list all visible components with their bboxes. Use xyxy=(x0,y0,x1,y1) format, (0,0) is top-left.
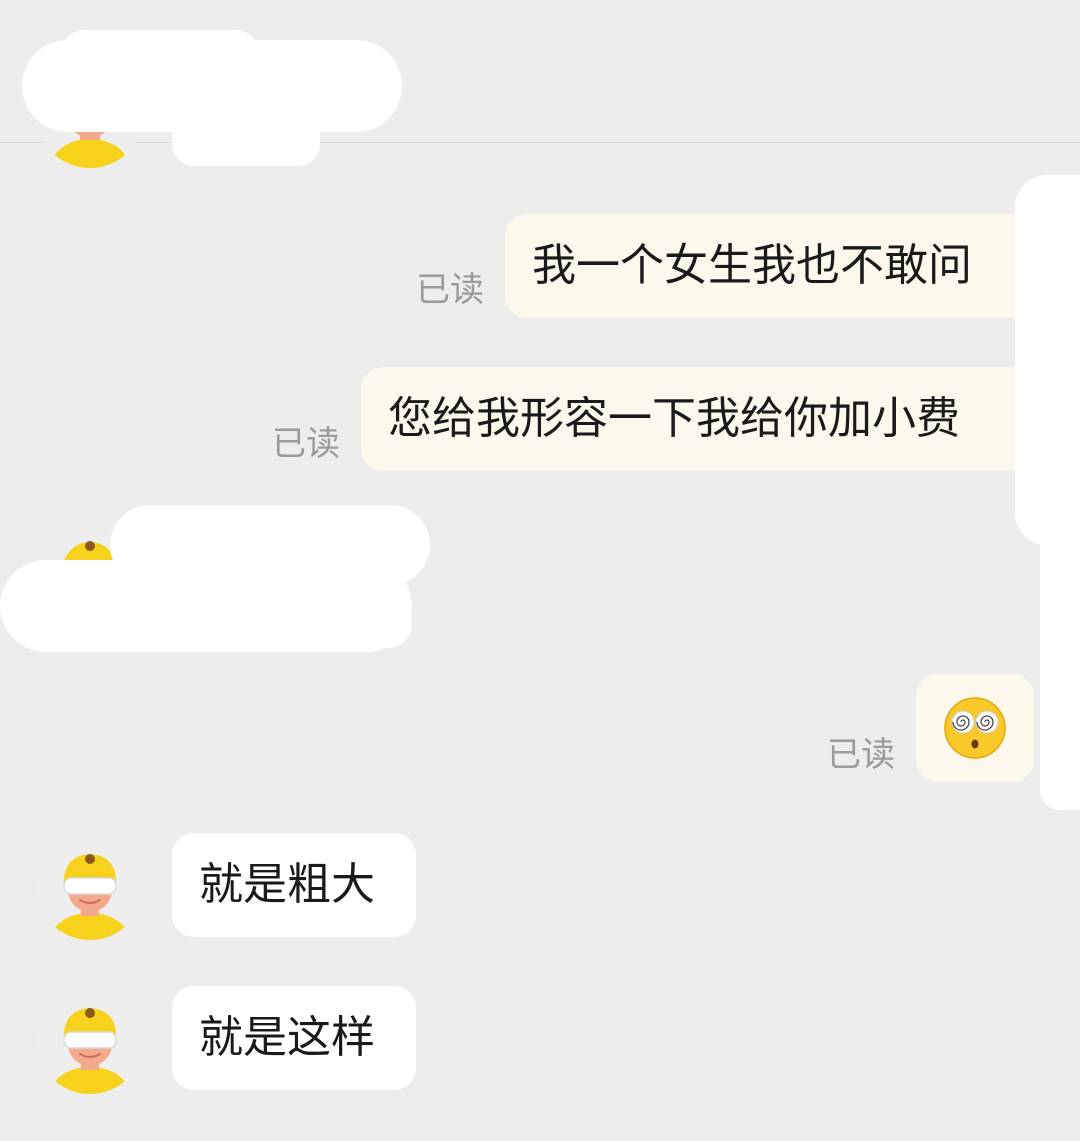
redaction-right-edge-b xyxy=(1040,520,1080,810)
message-text: 就是这样 xyxy=(199,1012,375,1063)
redaction-header-b xyxy=(60,30,260,80)
message-text: 就是粗大 xyxy=(199,859,375,910)
message-bubble-outgoing[interactable]: 我一个女生我也不敢问 xyxy=(505,214,1033,318)
redaction-message-c xyxy=(150,600,412,648)
message-text: 您给我形容一下我给你加小费 xyxy=(388,393,960,444)
message-bubble-incoming[interactable]: 就是粗大 xyxy=(172,833,416,937)
redaction-message-b xyxy=(110,505,430,585)
courier-avatar-icon xyxy=(36,986,144,1094)
header-divider xyxy=(0,142,1080,143)
message-bubble-incoming[interactable]: 就是这样 xyxy=(172,986,416,1090)
read-status: 已读 xyxy=(272,424,340,464)
read-status: 已读 xyxy=(416,270,484,310)
courier-avatar-icon xyxy=(36,832,144,940)
read-status: 已读 xyxy=(827,735,895,775)
courier-avatar[interactable] xyxy=(36,986,144,1094)
redaction-right-edge xyxy=(1015,175,1080,545)
message-text: 我一个女生我也不敢问 xyxy=(532,240,972,291)
courier-avatar[interactable] xyxy=(36,832,144,940)
message-bubble-outgoing[interactable]: 您给我形容一下我给你加小费 xyxy=(361,367,1034,471)
dizzy-face-emoji-icon xyxy=(944,697,1006,759)
message-bubble-outgoing-emoji[interactable] xyxy=(916,674,1034,782)
